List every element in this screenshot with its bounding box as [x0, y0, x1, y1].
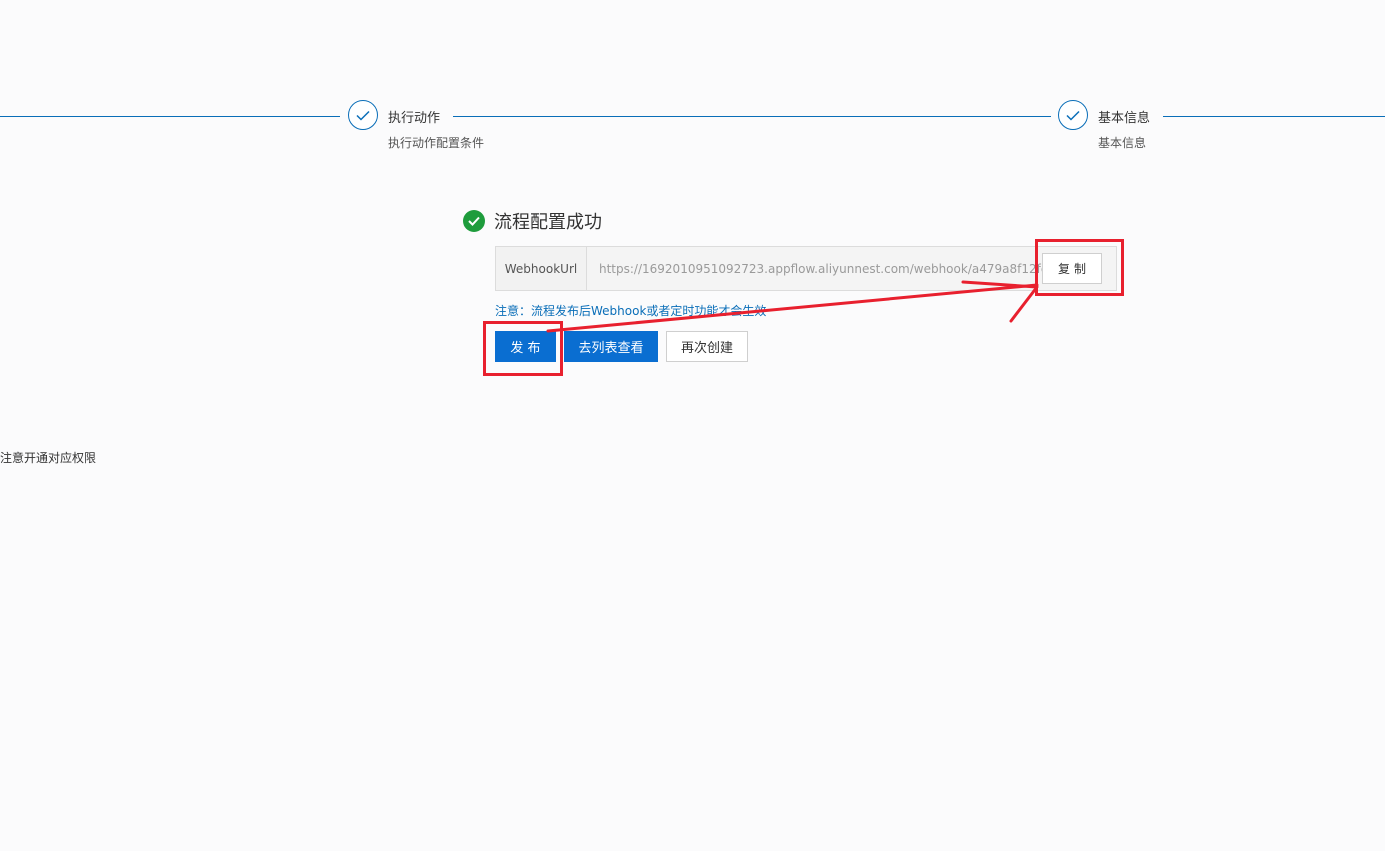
steps-line-right	[1163, 116, 1385, 117]
step-basic-info-check	[1058, 100, 1088, 130]
steps-line-middle	[453, 116, 1051, 117]
create-again-button[interactable]: 再次创建	[666, 331, 748, 362]
webhook-url-label: WebhookUrl	[496, 247, 587, 290]
permission-note: 注意开通对应权限	[0, 451, 97, 465]
webhook-url-field: WebhookUrl https://1692010951092723.appf…	[495, 246, 1117, 291]
go-to-list-button[interactable]: 去列表查看	[564, 331, 658, 362]
success-title: 流程配置成功	[494, 212, 602, 233]
step-execute-action-title: 执行动作	[388, 111, 441, 126]
steps-line-left	[0, 116, 340, 117]
annotation-box-copy	[1035, 239, 1124, 296]
step-basic-info-title: 基本信息	[1098, 111, 1151, 126]
check-icon	[1066, 110, 1080, 121]
success-check-icon	[463, 210, 485, 232]
step-basic-info-desc: 基本信息	[1098, 136, 1147, 150]
success-header: 流程配置成功	[463, 208, 602, 234]
annotation-box-publish	[483, 321, 563, 376]
check-icon	[356, 110, 370, 121]
publish-notice: 注意：流程发布后Webhook或者定时功能才会生效	[495, 304, 767, 318]
annotation-arrow	[546, 280, 1039, 333]
step-execute-action-check	[348, 100, 378, 130]
step-execute-action-desc: 执行动作配置条件	[388, 136, 485, 150]
